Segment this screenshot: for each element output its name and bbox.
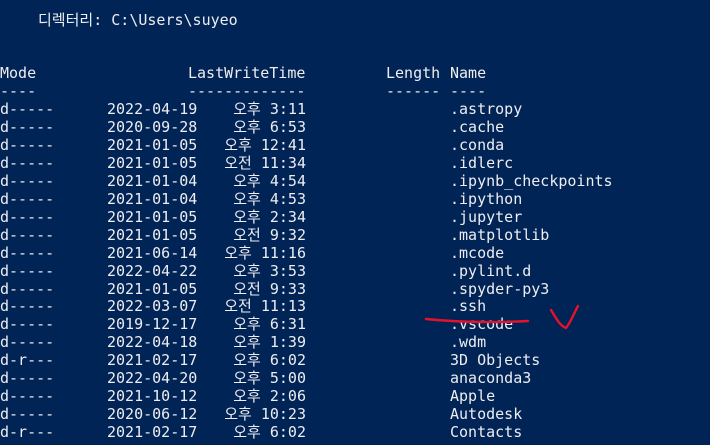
entry-mode: d-----	[0, 261, 55, 280]
entry-name: .pylint.d	[450, 261, 532, 280]
entry-date: 2021-01-05	[107, 207, 198, 226]
entry-time: 오후 6:31	[233, 315, 306, 334]
entry-time: 오전 11:34	[224, 153, 306, 172]
entry-name: .conda	[450, 135, 505, 154]
entry-name: Autodesk	[450, 405, 523, 424]
entry-mode: d-----	[0, 225, 55, 244]
entry-date: 2021-02-17	[107, 423, 198, 442]
underline-name: ----	[450, 82, 487, 100]
entry-mode: d-r---	[0, 351, 55, 370]
entry-time: 오전 11:13	[224, 297, 306, 316]
entry-time: 오후 2:06	[233, 387, 306, 406]
entry-mode: d-----	[0, 387, 55, 406]
header-length: Length	[386, 64, 441, 82]
entry-name: .wdm	[450, 333, 487, 352]
entry-date: 2020-09-28	[107, 117, 198, 136]
entry-date: 2020-06-12	[107, 405, 198, 424]
entry-name: .ipynb_checkpoints	[450, 171, 613, 190]
entry-time: 오후 6:53	[233, 117, 306, 136]
entry-time: 오후 4:53	[233, 189, 306, 208]
entry-mode: d-----	[0, 297, 55, 316]
column-underline-row: ---- ------------- ------ ----	[0, 82, 486, 100]
entry-time: 오후 10:23	[224, 405, 306, 424]
entry-mode: d-----	[0, 135, 55, 154]
underline-length: ------	[386, 82, 441, 100]
entry-name: .cache	[450, 117, 505, 136]
entry-date: 2021-01-05	[107, 225, 198, 244]
entry-name: .ipython	[450, 189, 523, 208]
entry-date: 2021-01-05	[107, 279, 198, 298]
entry-time: 오후 4:54	[233, 171, 306, 190]
entry-time: 오후 3:11	[233, 100, 306, 118]
entry-time: 오후 12:41	[224, 135, 306, 154]
entry-name: anaconda3	[450, 369, 532, 388]
entry-mode: d-----	[0, 153, 55, 172]
entry-date: 2022-04-20	[107, 369, 198, 388]
entry-date: 2022-04-22	[107, 261, 198, 280]
header-name: Name	[450, 64, 487, 82]
underline-lastwritetime: -------------	[188, 82, 306, 100]
column-header-row: Mode LastWriteTime Length Name	[0, 64, 486, 82]
entry-date: 2021-02-17	[107, 351, 198, 370]
entry-time: 오후 6:02	[233, 423, 306, 442]
entry-name: .spyder-py3	[450, 279, 550, 298]
header-lastwritetime: LastWriteTime	[188, 64, 306, 82]
entry-mode: d-----	[0, 171, 55, 190]
entry-date: 2022-04-19	[107, 100, 198, 118]
header-mode: Mode	[0, 64, 37, 82]
entry-name: .matplotlib	[450, 225, 550, 244]
entry-time: 오후 11:16	[224, 243, 306, 262]
entry-mode: d-----	[0, 207, 55, 226]
entry-mode: d-r---	[0, 423, 55, 442]
powershell-console[interactable]: 디렉터리: C:\Users\suyeo Mode LastWriteTime …	[0, 0, 710, 445]
entry-date: 2021-10-12	[107, 387, 198, 406]
entry-time: 오전 9:32	[233, 225, 306, 244]
entry-time: 오전 9:33	[233, 279, 306, 298]
entry-name: .vscode	[450, 315, 514, 334]
entry-date: 2022-03-07	[107, 297, 198, 316]
entry-date: 2022-04-18	[107, 333, 198, 352]
entry-name: Apple	[450, 387, 496, 406]
entry-date: 2021-01-04	[107, 171, 198, 190]
entry-date: 2019-12-17	[107, 315, 198, 334]
entry-mode: d-----	[0, 369, 55, 388]
entry-mode: d-----	[0, 315, 55, 334]
entry-name: .mcode	[450, 243, 505, 262]
directory-path-line: 디렉터리: C:\Users\suyeo	[38, 11, 238, 29]
entry-time: 오후 1:39	[233, 333, 306, 352]
red-checkmark	[549, 304, 580, 330]
entry-mode: d-----	[0, 243, 55, 262]
entry-time: 오후 2:34	[233, 207, 306, 226]
entry-name: 3D Objects	[450, 351, 541, 370]
entry-time: 오후 3:53	[233, 261, 306, 280]
entry-mode: d-----	[0, 405, 55, 424]
entry-date: 2021-01-05	[107, 135, 198, 154]
entry-time: 오후 6:02	[233, 351, 306, 370]
underline-mode: ----	[0, 82, 37, 100]
entry-time: 오후 5:00	[233, 369, 306, 388]
entry-name: .jupyter	[450, 207, 523, 226]
entry-mode: d-----	[0, 279, 55, 298]
entry-name: .idlerc	[450, 153, 514, 172]
entry-date: 2021-01-05	[107, 153, 198, 172]
entry-name: .ssh	[450, 297, 487, 316]
entry-name: .astropy	[450, 100, 523, 118]
entry-mode: d-----	[0, 100, 55, 118]
entry-mode: d-----	[0, 333, 55, 352]
entry-mode: d-----	[0, 117, 55, 136]
entry-mode: d-----	[0, 189, 55, 208]
entry-date: 2021-06-14	[107, 243, 198, 262]
entry-date: 2021-01-04	[107, 189, 198, 208]
entry-name: Contacts	[450, 423, 523, 442]
